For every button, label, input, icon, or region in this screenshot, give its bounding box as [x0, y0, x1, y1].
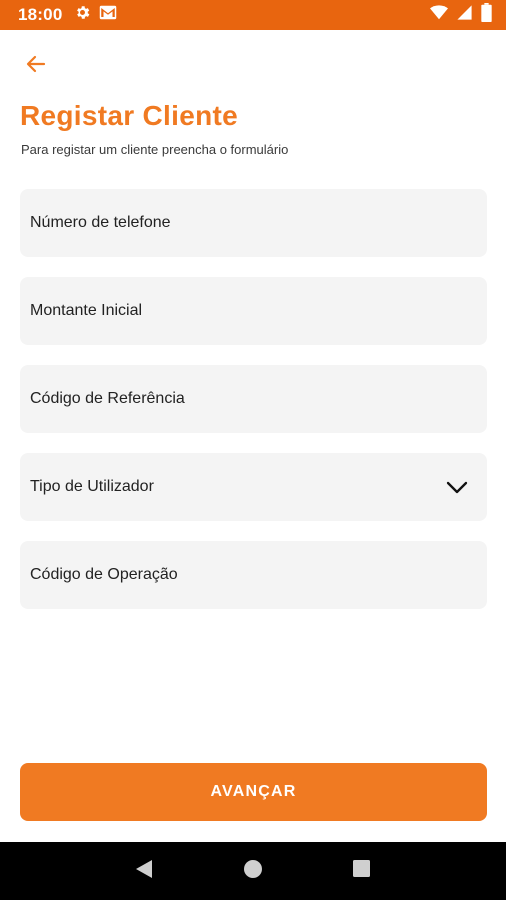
nav-home-button[interactable]	[233, 851, 273, 891]
initial-amount-field[interactable]: Montante Inicial	[20, 277, 487, 345]
status-icons-right	[430, 3, 492, 27]
arrow-left-icon	[24, 52, 48, 81]
back-button[interactable]	[20, 50, 52, 82]
page-subtitle: Para registar um cliente preencha o form…	[21, 142, 289, 157]
home-circle-icon	[243, 859, 263, 884]
initial-amount-placeholder: Montante Inicial	[30, 302, 143, 319]
battery-icon	[481, 3, 492, 27]
page-title: Registar Cliente	[20, 100, 238, 131]
user-type-placeholder: Tipo de Utilizador	[30, 478, 154, 495]
phone-number-field[interactable]: Número de telefone	[20, 189, 487, 257]
operation-code-placeholder: Código de Operação	[30, 566, 178, 583]
reference-code-placeholder: Código de Referência	[30, 390, 185, 407]
nav-back-button[interactable]	[124, 851, 164, 891]
user-type-select[interactable]: Tipo de Utilizador	[20, 453, 487, 521]
back-triangle-icon	[134, 858, 154, 885]
advance-button-label: AVANÇAR	[210, 783, 297, 800]
status-icons-left	[74, 4, 117, 26]
nav-recents-button[interactable]	[342, 851, 382, 891]
gear-icon	[74, 4, 91, 26]
android-nav-bar	[0, 842, 506, 900]
wifi-icon	[430, 5, 448, 25]
status-bar: 18:00	[0, 0, 506, 30]
phone-number-placeholder: Número de telefone	[30, 214, 171, 231]
signal-icon	[456, 4, 473, 26]
advance-button[interactable]: AVANÇAR	[20, 763, 487, 821]
operation-code-field[interactable]: Código de Operação	[20, 541, 487, 609]
recents-square-icon	[352, 859, 371, 883]
gmail-icon	[99, 5, 117, 25]
chevron-down-icon	[445, 475, 469, 499]
status-time: 18:00	[18, 5, 63, 24]
reference-code-field[interactable]: Código de Referência	[20, 365, 487, 433]
